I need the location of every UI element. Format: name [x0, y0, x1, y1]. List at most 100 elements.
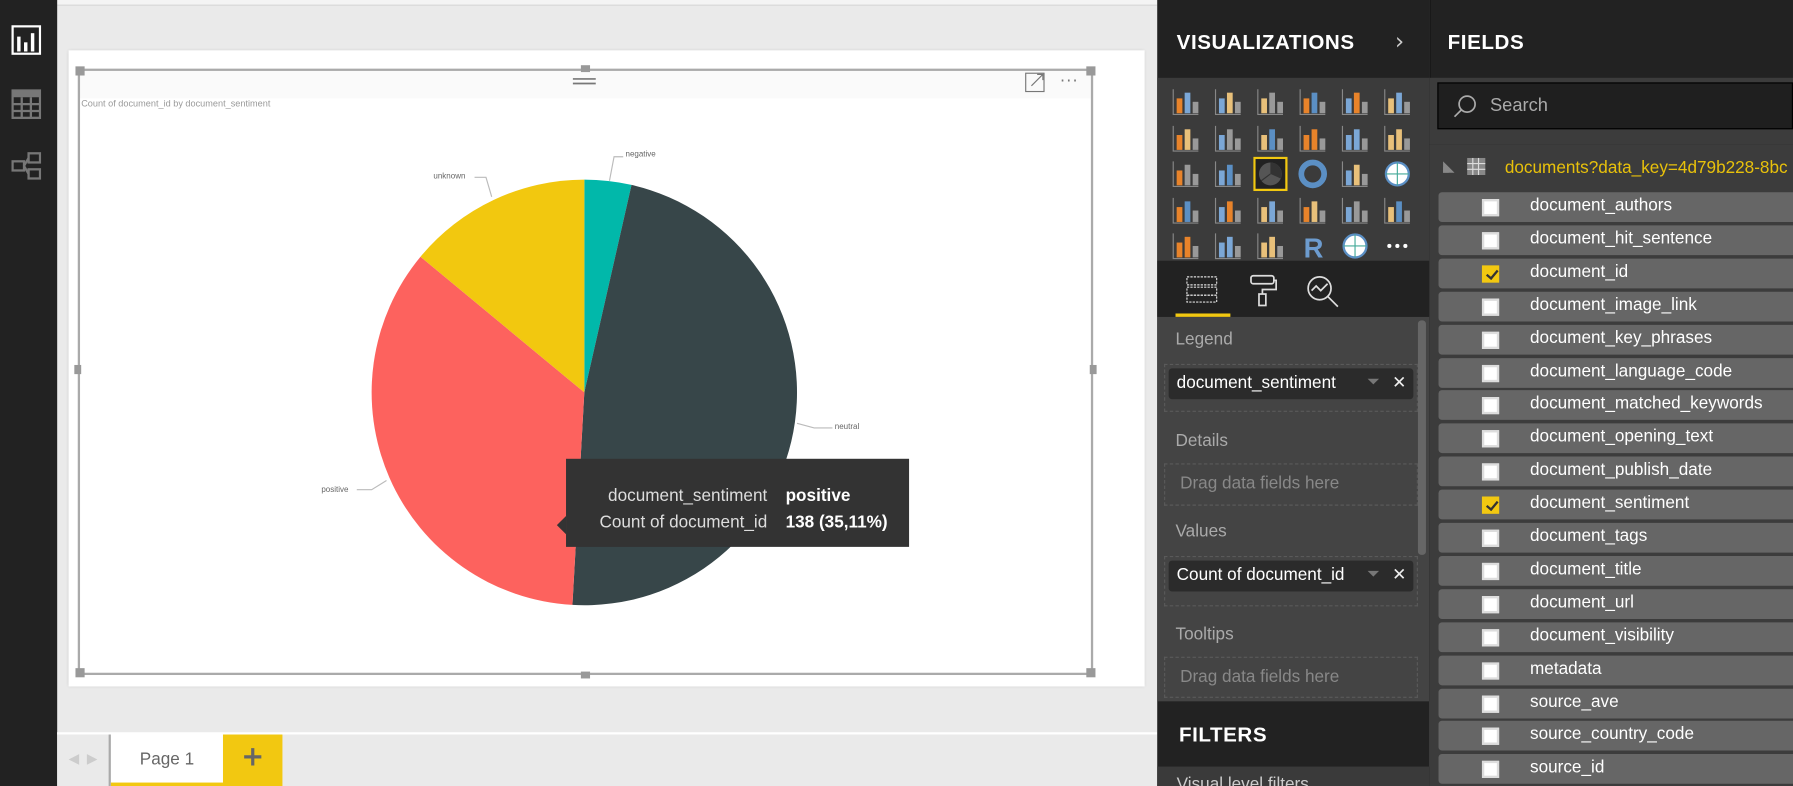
fields-tab-icon[interactable]	[1186, 275, 1218, 305]
arcgis-map-icon[interactable]	[1340, 231, 1370, 261]
field-label: source_country_code	[1529, 724, 1695, 745]
scatter-icon[interactable]	[1213, 159, 1243, 189]
stacked-area-icon[interactable]	[1256, 123, 1286, 153]
treemap-icon[interactable]	[1340, 159, 1370, 189]
field-checkbox[interactable]	[1481, 695, 1500, 713]
field-checkbox[interactable]	[1481, 364, 1500, 382]
field-item[interactable]: document_publish_date	[1438, 456, 1793, 487]
field-checkbox[interactable]	[1481, 265, 1500, 283]
field-item[interactable]: document_key_phrases	[1438, 324, 1793, 355]
funnel-icon[interactable]	[1213, 195, 1243, 225]
line-clustered-column-icon[interactable]	[1298, 123, 1328, 153]
dropdown-arrow-icon[interactable]	[1367, 378, 1380, 385]
field-item[interactable]: document_image_link	[1438, 291, 1793, 322]
field-item[interactable]: document_tags	[1438, 522, 1793, 553]
wells-scrollbar[interactable]	[1417, 320, 1426, 555]
field-checkbox[interactable]	[1481, 463, 1500, 481]
line-stacked-column-icon[interactable]	[1340, 123, 1370, 153]
field-item[interactable]: source_id	[1438, 754, 1793, 785]
field-checkbox[interactable]	[1481, 562, 1500, 580]
ribbon-icon[interactable]	[1382, 123, 1412, 153]
r-visual-icon[interactable]: R	[1298, 231, 1328, 263]
field-label: document_matched_keywords	[1529, 394, 1763, 414]
clustered-bar-icon[interactable]	[1256, 87, 1286, 117]
field-label: document_language_code	[1529, 360, 1733, 381]
field-checkbox[interactable]	[1481, 728, 1500, 746]
donut-icon[interactable]	[1298, 159, 1328, 189]
field-item[interactable]: document_url	[1438, 588, 1793, 619]
field-item[interactable]: document_sentiment	[1438, 489, 1793, 520]
field-item[interactable]: source_ave	[1438, 688, 1793, 718]
field-checkbox[interactable]	[1481, 628, 1500, 647]
field-checkbox[interactable]	[1481, 430, 1500, 448]
matrix-icon[interactable]	[1256, 231, 1286, 261]
leader-line-neutral	[796, 422, 833, 429]
search-input[interactable]: Search	[1437, 82, 1793, 130]
dropdown-arrow-icon[interactable]	[1367, 570, 1380, 577]
add-page-button[interactable]: +	[222, 734, 283, 786]
card-icon[interactable]	[1298, 195, 1328, 225]
field-item[interactable]: document_title	[1438, 555, 1793, 586]
field-checkbox[interactable]	[1481, 199, 1500, 217]
field-item[interactable]: document_hit_sentence	[1438, 225, 1793, 256]
waterfall-icon[interactable]	[1171, 159, 1201, 189]
pie-chart-icon[interactable]	[1253, 156, 1288, 192]
next-page-icon[interactable]: ▶	[87, 751, 98, 767]
area-icon[interactable]	[1213, 123, 1243, 153]
slice-label-positive: positive	[321, 486, 349, 495]
remove-field-icon[interactable]: ✕	[1392, 372, 1406, 392]
field-item[interactable]: document_visibility	[1438, 622, 1793, 652]
map-icon[interactable]	[1382, 159, 1412, 189]
field-checkbox[interactable]	[1481, 331, 1500, 349]
field-checkbox[interactable]	[1481, 595, 1500, 614]
remove-field-icon[interactable]: ✕	[1392, 564, 1406, 584]
field-item[interactable]: source_country_code	[1438, 721, 1793, 751]
kpi-icon[interactable]	[1382, 195, 1412, 225]
field-item[interactable]: metadata	[1438, 655, 1793, 685]
table-icon	[1467, 157, 1486, 176]
collapse-arrow-icon[interactable]	[1443, 161, 1455, 173]
analytics-magnifier-icon[interactable]	[1306, 275, 1340, 309]
field-checkbox[interactable]	[1481, 661, 1500, 680]
stacked-column-icon[interactable]	[1213, 87, 1243, 117]
more-icon[interactable]	[1382, 231, 1412, 261]
legend-field-chip[interactable]: document_sentiment ✕	[1168, 368, 1414, 400]
filled-map-icon[interactable]	[1171, 195, 1201, 225]
values-well[interactable]: Count of document_id ✕	[1164, 556, 1418, 607]
table-name[interactable]: documents?data_key=4d79b228-8bc	[1505, 158, 1788, 177]
clustered-column-icon[interactable]	[1298, 87, 1328, 117]
values-field-chip[interactable]: Count of document_id ✕	[1168, 560, 1414, 592]
legend-well[interactable]: document_sentiment ✕	[1164, 363, 1418, 412]
field-checkbox[interactable]	[1481, 298, 1500, 316]
table-icon[interactable]	[1213, 231, 1243, 261]
gauge-icon[interactable]	[1256, 195, 1286, 225]
details-well[interactable]: Drag data fields here	[1164, 463, 1418, 506]
format-paint-roller-icon[interactable]	[1249, 273, 1279, 307]
leader-line-negative	[608, 156, 624, 181]
field-checkbox[interactable]	[1481, 232, 1500, 250]
field-item[interactable]: document_matched_keywords	[1438, 390, 1793, 421]
field-label: document_tags	[1529, 526, 1648, 546]
field-item[interactable]: document_language_code	[1438, 357, 1793, 388]
prev-page-icon[interactable]: ◀	[69, 751, 80, 767]
slice-label-unknown: unknown	[433, 172, 466, 181]
leader-line-unknown	[474, 176, 493, 197]
field-item[interactable]: document_opening_text	[1438, 423, 1793, 454]
field-checkbox[interactable]	[1481, 761, 1500, 779]
field-label: document_hit_sentence	[1529, 228, 1713, 249]
stacked-bar-icon[interactable]	[1171, 87, 1201, 117]
field-item[interactable]: document_authors	[1438, 192, 1793, 222]
field-checkbox[interactable]	[1481, 397, 1500, 415]
tooltips-well[interactable]: Drag data fields here	[1164, 656, 1418, 698]
field-item[interactable]: document_id	[1438, 258, 1793, 289]
field-checkbox[interactable]	[1481, 529, 1500, 547]
collapse-chevron-icon[interactable]: ›	[1395, 27, 1404, 54]
multi-row-card-icon[interactable]	[1340, 195, 1370, 225]
100-stacked-bar-icon[interactable]	[1340, 87, 1370, 117]
field-checkbox[interactable]	[1481, 496, 1500, 514]
slicer-icon[interactable]	[1171, 231, 1201, 261]
100-stacked-column-icon[interactable]	[1382, 87, 1412, 117]
slice-label-neutral: neutral	[834, 423, 860, 432]
tab-page-1[interactable]: Page 1	[110, 734, 223, 786]
line-icon[interactable]	[1171, 123, 1201, 153]
